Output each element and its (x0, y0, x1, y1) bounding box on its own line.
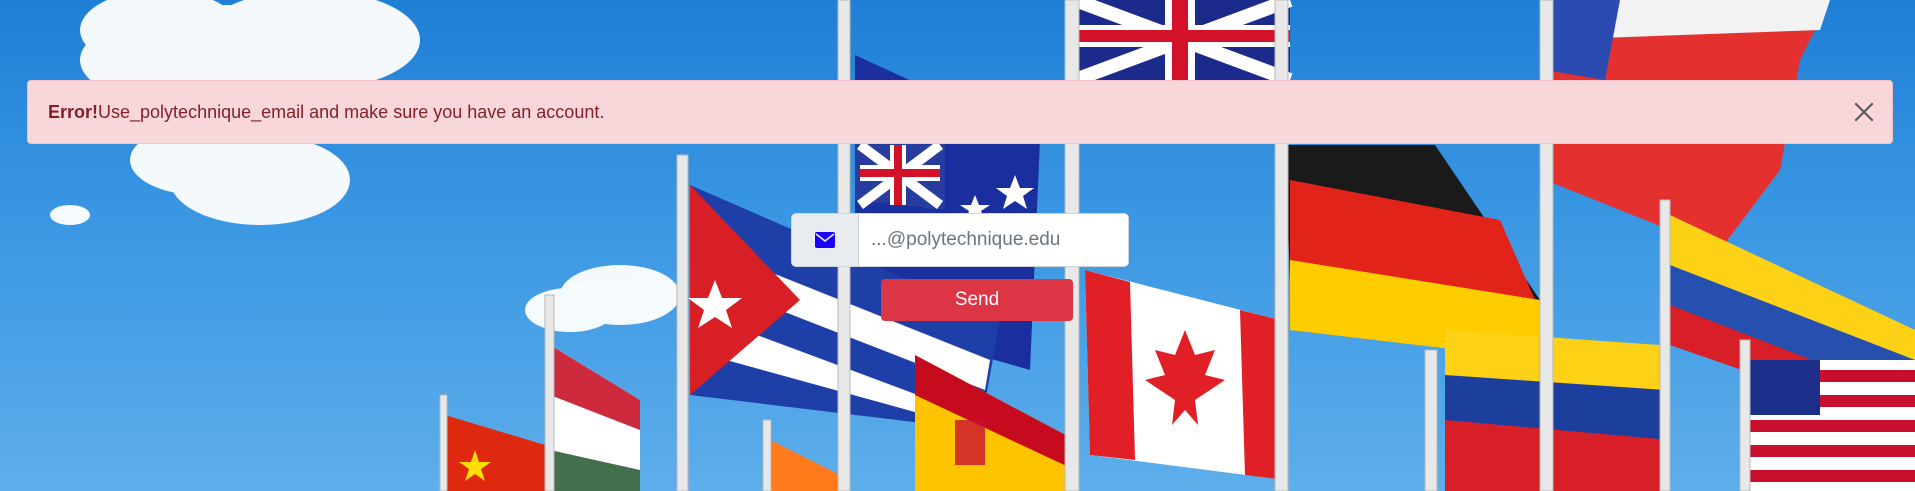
email-input-group (791, 213, 1129, 267)
email-addon (792, 214, 859, 266)
close-x-icon (1854, 102, 1874, 122)
alert-message: Use_polytechnique_email and make sure yo… (98, 101, 605, 122)
close-icon[interactable] (1850, 98, 1878, 126)
email-form: Send (791, 213, 1129, 321)
email-input[interactable] (859, 214, 1128, 266)
send-button[interactable]: Send (881, 279, 1073, 321)
alert-title: Error! (48, 101, 99, 122)
error-alert: Error! Use_polytechnique_email and make s… (27, 80, 1893, 144)
envelope-icon (815, 232, 835, 248)
